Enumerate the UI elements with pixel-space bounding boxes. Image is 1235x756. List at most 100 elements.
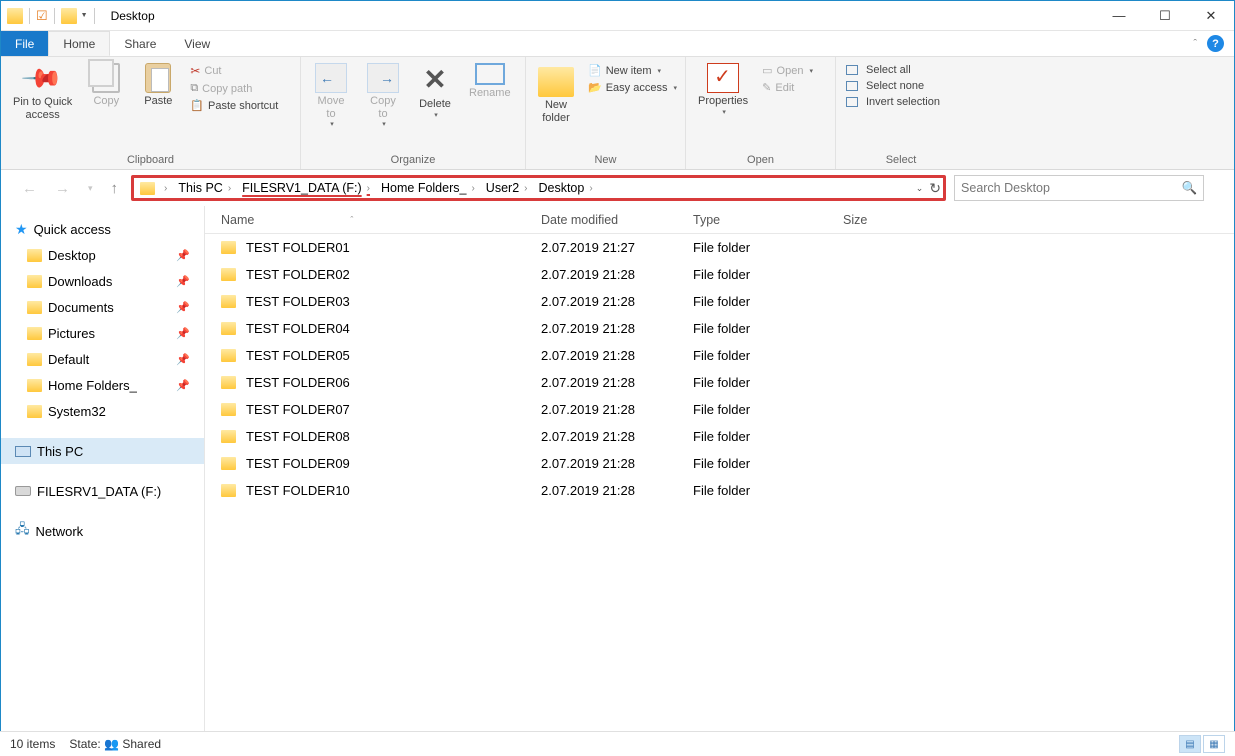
file-name: TEST FOLDER06 xyxy=(246,375,350,390)
col-date[interactable]: Date modified xyxy=(541,213,693,227)
qat-folder-icon[interactable] xyxy=(61,8,77,24)
select-all-button[interactable]: Select all xyxy=(842,63,944,77)
copy-path-button[interactable]: ⧉Copy path xyxy=(186,81,282,96)
address-bar[interactable]: › This PC› FILESRV1_DATA (F:)› Home Fold… xyxy=(131,175,946,201)
maximize-button[interactable]: ☐ xyxy=(1142,1,1188,31)
back-button[interactable]: ← xyxy=(17,180,42,197)
folder-icon xyxy=(27,327,42,340)
recent-dropdown[interactable]: ▾ xyxy=(83,183,98,194)
tab-share[interactable]: Share xyxy=(110,31,170,56)
close-button[interactable]: ✕ xyxy=(1188,1,1234,31)
forward-button[interactable]: → xyxy=(50,180,75,197)
address-dropdown-icon[interactable]: ⌄ xyxy=(916,183,924,194)
table-row[interactable]: TEST FOLDER032.07.2019 21:28File folder xyxy=(205,288,1234,315)
copy-button[interactable]: Copy xyxy=(82,61,130,110)
ribbon-collapse-icon[interactable]: ˆ xyxy=(1193,38,1197,50)
crumb-home-folders[interactable]: Home Folders_› xyxy=(379,181,482,195)
paste-shortcut-button[interactable]: 📋Paste shortcut xyxy=(186,98,282,113)
help-icon[interactable]: ? xyxy=(1207,35,1224,52)
file-date: 2.07.2019 21:28 xyxy=(541,321,693,336)
sidebar-item-desktop[interactable]: Desktop 📌 xyxy=(1,242,204,268)
file-type: File folder xyxy=(693,375,843,390)
group-label-organize: Organize xyxy=(307,152,519,169)
invert-selection-button[interactable]: Invert selection xyxy=(842,95,944,109)
navigation-row: ← → ▾ ↑ › This PC› FILESRV1_DATA (F:)› H… xyxy=(1,170,1234,206)
pin-icon: 📌 xyxy=(176,249,190,262)
minimize-button[interactable]: — xyxy=(1096,1,1142,31)
sidebar-item-downloads[interactable]: Downloads📌 xyxy=(1,268,204,294)
new-folder-button[interactable]: New folder xyxy=(532,61,580,126)
open-button[interactable]: ▭Open▾ xyxy=(758,63,817,78)
sidebar-item-documents[interactable]: Documents📌 xyxy=(1,294,204,320)
table-row[interactable]: TEST FOLDER012.07.2019 21:27File folder xyxy=(205,234,1234,261)
easy-access-button[interactable]: 📂Easy access▾ xyxy=(584,80,681,95)
table-row[interactable]: TEST FOLDER082.07.2019 21:28File folder xyxy=(205,423,1234,450)
file-date: 2.07.2019 21:28 xyxy=(541,294,693,309)
table-row[interactable]: TEST FOLDER042.07.2019 21:28File folder xyxy=(205,315,1234,342)
crumb-user2[interactable]: User2› xyxy=(484,181,535,195)
sidebar-drive[interactable]: FILESRV1_DATA (F:) xyxy=(1,478,204,504)
sidebar-item-default[interactable]: Default📌 xyxy=(1,346,204,372)
file-name: TEST FOLDER09 xyxy=(246,456,350,471)
cut-button[interactable]: ✂Cut xyxy=(186,63,282,79)
pin-icon: 📌 xyxy=(20,56,65,101)
rename-button[interactable]: Rename xyxy=(463,61,517,102)
pin-icon: 📌 xyxy=(176,327,190,340)
col-name[interactable]: Nameˆ xyxy=(221,213,541,227)
crumb-desktop[interactable]: Desktop› xyxy=(536,181,599,195)
invert-selection-icon xyxy=(846,97,858,107)
file-menu[interactable]: File xyxy=(1,31,48,56)
table-row[interactable]: TEST FOLDER102.07.2019 21:28File folder xyxy=(205,477,1234,504)
file-date: 2.07.2019 21:27 xyxy=(541,240,693,255)
file-type: File folder xyxy=(693,483,843,498)
view-details-button[interactable]: ▤ xyxy=(1179,735,1201,753)
sidebar-item-pictures[interactable]: Pictures📌 xyxy=(1,320,204,346)
copy-to-button[interactable]: Copy to▾ xyxy=(359,61,407,130)
table-row[interactable]: TEST FOLDER022.07.2019 21:28File folder xyxy=(205,261,1234,288)
view-large-icons-button[interactable]: ▦ xyxy=(1203,735,1225,753)
table-row[interactable]: TEST FOLDER092.07.2019 21:28File folder xyxy=(205,450,1234,477)
folder-icon xyxy=(221,484,236,497)
sidebar-this-pc[interactable]: This PC xyxy=(1,438,204,464)
col-type[interactable]: Type xyxy=(693,213,843,227)
file-date: 2.07.2019 21:28 xyxy=(541,375,693,390)
sidebar-item-home-folders-[interactable]: Home Folders_📌 xyxy=(1,372,204,398)
delete-button[interactable]: ✕Delete▾ xyxy=(411,61,459,121)
paste-shortcut-icon: 📋 xyxy=(190,99,204,112)
paste-button[interactable]: Paste xyxy=(134,61,182,110)
up-button[interactable]: ↑ xyxy=(106,180,124,197)
pin-to-quick-access-button[interactable]: 📌 Pin to Quick access xyxy=(7,61,78,123)
qat-dropdown-icon[interactable]: ▼ xyxy=(81,12,88,19)
item-count: 10 items xyxy=(10,737,55,751)
tab-home[interactable]: Home xyxy=(48,31,110,56)
search-input[interactable]: Search Desktop 🔍 xyxy=(954,175,1204,201)
group-label-select: Select xyxy=(842,152,960,169)
table-row[interactable]: TEST FOLDER052.07.2019 21:28File folder xyxy=(205,342,1234,369)
copy-icon xyxy=(92,63,120,93)
separator xyxy=(29,8,30,24)
new-item-button[interactable]: 📄New item▾ xyxy=(584,63,681,78)
select-none-button[interactable]: Select none xyxy=(842,79,944,93)
folder-icon xyxy=(221,457,236,470)
refresh-button[interactable]: ↻ xyxy=(929,180,941,197)
group-label-new: New xyxy=(532,152,679,169)
table-row[interactable]: TEST FOLDER072.07.2019 21:28File folder xyxy=(205,396,1234,423)
sidebar-item-label: Home Folders_ xyxy=(48,378,137,393)
crumb-this-pc[interactable]: This PC› xyxy=(176,181,238,195)
new-folder-icon xyxy=(538,67,574,97)
ribbon: 📌 Pin to Quick access Copy Paste ✂Cut ⧉C… xyxy=(1,57,1234,170)
move-to-button[interactable]: Move to▾ xyxy=(307,61,355,130)
qat-properties-icon[interactable]: ☑ xyxy=(36,8,48,24)
sidebar-quick-access[interactable]: ★Quick access xyxy=(1,216,204,242)
sidebar-item-system32[interactable]: System32 xyxy=(1,398,204,424)
move-icon xyxy=(315,63,347,93)
crumb-drive[interactable]: FILESRV1_DATA (F:)› xyxy=(240,181,377,195)
properties-button[interactable]: Properties▾ xyxy=(692,61,754,118)
tab-view[interactable]: View xyxy=(170,31,224,56)
edit-button[interactable]: ✎Edit xyxy=(758,80,817,95)
file-type: File folder xyxy=(693,240,843,255)
table-row[interactable]: TEST FOLDER06 2.07.2019 21:28File folder xyxy=(205,369,1234,396)
sidebar-network[interactable]: 🖧Network xyxy=(1,518,204,544)
col-size[interactable]: Size xyxy=(843,213,943,227)
sidebar-item-label: Desktop xyxy=(48,248,96,263)
